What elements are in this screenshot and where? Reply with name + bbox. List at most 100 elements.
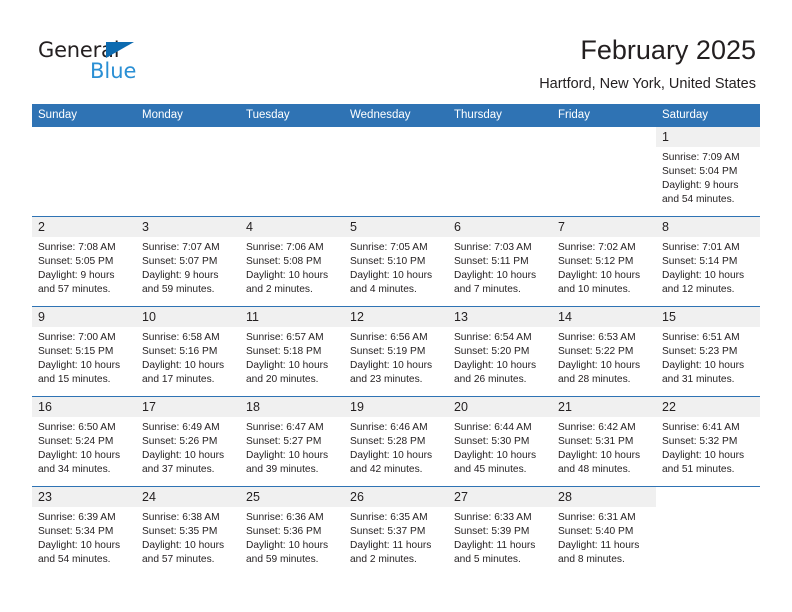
daylight-line-cont: and 45 minutes.	[454, 464, 527, 476]
calendar-day-cell[interactable]: 13 Sunrise: 6:54 AM Sunset: 5:20 PM Dayligh…	[448, 306, 552, 397]
page-header: General Blue February 2025 Hartford, New…	[0, 0, 792, 104]
sunrise-line: Sunrise: 7:06 AM	[246, 242, 324, 253]
daylight-line-cont: and 54 minutes.	[38, 554, 111, 566]
sunrise-line: Sunrise: 6:31 AM	[558, 512, 636, 523]
logo-text-blue: Blue	[90, 59, 137, 83]
calendar-day-cell[interactable]: 3 Sunrise: 7:07 AM Sunset: 5:07 PM Daylight…	[136, 216, 240, 307]
calendar-day-cell[interactable]: 12 Sunrise: 6:56 AM Sunset: 5:19 PM Dayligh…	[344, 306, 448, 397]
daylight-line-cont: and 39 minutes.	[246, 464, 319, 476]
calendar-day-cell[interactable]: 22 Sunrise: 6:41 AM Sunset: 5:32 PM Dayligh…	[656, 396, 760, 487]
calendar-day-cell[interactable]: 26 Sunrise: 6:35 AM Sunset: 5:37 PM Dayligh…	[344, 486, 448, 576]
daylight-line: Daylight: 10 hours	[662, 270, 745, 282]
calendar-day-cell[interactable]: 24 Sunrise: 6:38 AM Sunset: 5:35 PM Dayligh…	[136, 486, 240, 576]
day-sun-info: Sunrise: 6:47 AM Sunset: 5:27 PM Daylight:…	[240, 417, 344, 477]
sunrise-line: Sunrise: 6:38 AM	[142, 512, 220, 523]
calendar-day-cell[interactable]: 15 Sunrise: 6:51 AM Sunset: 5:23 PM Dayligh…	[656, 306, 760, 397]
daylight-line-cont: and 59 minutes.	[246, 554, 319, 566]
daylight-line: Daylight: 10 hours	[662, 450, 745, 462]
day-number: 27	[448, 487, 552, 507]
calendar-week-row: 2 Sunrise: 7:08 AM Sunset: 5:05 PM Daylight…	[32, 216, 760, 307]
sunset-line: Sunset: 5:35 PM	[142, 526, 218, 538]
daylight-line-cont: and 17 minutes.	[142, 374, 215, 386]
sunset-line: Sunset: 5:37 PM	[350, 526, 426, 538]
daylight-line-cont: and 23 minutes.	[350, 374, 423, 386]
sunset-line: Sunset: 5:14 PM	[662, 256, 738, 268]
sunset-line: Sunset: 5:20 PM	[454, 346, 530, 358]
sunrise-line: Sunrise: 7:05 AM	[350, 242, 428, 253]
daylight-line: Daylight: 10 hours	[350, 270, 433, 282]
calendar-day-cell[interactable]: 8 Sunrise: 7:01 AM Sunset: 5:14 PM Daylight…	[656, 216, 760, 307]
calendar-day-cell[interactable]: 10 Sunrise: 6:58 AM Sunset: 5:16 PM Dayligh…	[136, 306, 240, 397]
day-sun-info: Sunrise: 7:03 AM Sunset: 5:11 PM Daylight:…	[448, 237, 552, 297]
general-blue-logo[interactable]: General Blue	[38, 38, 258, 88]
calendar-day-cell[interactable]: 16 Sunrise: 6:50 AM Sunset: 5:24 PM Dayligh…	[32, 396, 136, 487]
day-sun-info: Sunrise: 7:05 AM Sunset: 5:10 PM Daylight:…	[344, 237, 448, 297]
daylight-line: Daylight: 10 hours	[142, 450, 225, 462]
sunrise-line: Sunrise: 6:49 AM	[142, 422, 220, 433]
calendar-day-cell[interactable]: 23 Sunrise: 6:39 AM Sunset: 5:34 PM Dayligh…	[32, 486, 136, 576]
sunset-line: Sunset: 5:39 PM	[454, 526, 530, 538]
day-number	[344, 127, 448, 147]
daylight-line: Daylight: 10 hours	[38, 450, 121, 462]
daylight-line-cont: and 2 minutes.	[350, 554, 417, 566]
weekday-header-saturday: Saturday	[656, 104, 760, 127]
daylight-line: Daylight: 10 hours	[350, 450, 433, 462]
calendar-day-cell[interactable]: 14 Sunrise: 6:53 AM Sunset: 5:22 PM Dayligh…	[552, 306, 656, 397]
calendar-day-cell[interactable]: 18 Sunrise: 6:47 AM Sunset: 5:27 PM Dayligh…	[240, 396, 344, 487]
calendar-day-cell[interactable]: 11 Sunrise: 6:57 AM Sunset: 5:18 PM Dayligh…	[240, 306, 344, 397]
daylight-line-cont: and 42 minutes.	[350, 464, 423, 476]
daylight-line: Daylight: 9 hours	[142, 270, 219, 282]
daylight-line: Daylight: 10 hours	[142, 540, 225, 552]
day-sun-info: Sunrise: 6:56 AM Sunset: 5:19 PM Daylight:…	[344, 327, 448, 387]
calendar-week-row: 16 Sunrise: 6:50 AM Sunset: 5:24 PM Dayligh…	[32, 396, 760, 487]
calendar-day-cell[interactable]: 27 Sunrise: 6:33 AM Sunset: 5:39 PM Dayligh…	[448, 486, 552, 576]
day-sun-info: Sunrise: 7:02 AM Sunset: 5:12 PM Daylight:…	[552, 237, 656, 297]
calendar-day-cell[interactable]: 6 Sunrise: 7:03 AM Sunset: 5:11 PM Daylight…	[448, 216, 552, 307]
calendar-day-cell[interactable]: 20 Sunrise: 6:44 AM Sunset: 5:30 PM Dayligh…	[448, 396, 552, 487]
day-number: 14	[552, 307, 656, 327]
sunset-line: Sunset: 5:22 PM	[558, 346, 634, 358]
day-number: 19	[344, 397, 448, 417]
daylight-line: Daylight: 10 hours	[142, 360, 225, 372]
calendar-day-cell[interactable]: 7 Sunrise: 7:02 AM Sunset: 5:12 PM Daylight…	[552, 216, 656, 307]
day-sun-info: Sunrise: 6:31 AM Sunset: 5:40 PM Daylight:…	[552, 507, 656, 567]
day-number: 20	[448, 397, 552, 417]
sunrise-line: Sunrise: 7:00 AM	[38, 332, 116, 343]
daylight-line: Daylight: 10 hours	[246, 540, 329, 552]
sunrise-line: Sunrise: 6:50 AM	[38, 422, 116, 433]
calendar-day-cell[interactable]: 21 Sunrise: 6:42 AM Sunset: 5:31 PM Dayligh…	[552, 396, 656, 487]
day-sun-info: Sunrise: 6:49 AM Sunset: 5:26 PM Daylight:…	[136, 417, 240, 477]
calendar-day-cell[interactable]: 17 Sunrise: 6:49 AM Sunset: 5:26 PM Dayligh…	[136, 396, 240, 487]
calendar-day-cell[interactable]: 2 Sunrise: 7:08 AM Sunset: 5:05 PM Daylight…	[32, 216, 136, 307]
sunset-line: Sunset: 5:19 PM	[350, 346, 426, 358]
daylight-line: Daylight: 10 hours	[558, 360, 641, 372]
sunset-line: Sunset: 5:27 PM	[246, 436, 322, 448]
calendar-day-cell[interactable]: 4 Sunrise: 7:06 AM Sunset: 5:08 PM Daylight…	[240, 216, 344, 307]
daylight-line: Daylight: 9 hours	[38, 270, 115, 282]
daylight-line: Daylight: 10 hours	[558, 270, 641, 282]
calendar-day-cell[interactable]: 19 Sunrise: 6:46 AM Sunset: 5:28 PM Dayligh…	[344, 396, 448, 487]
daylight-line-cont: and 59 minutes.	[142, 284, 215, 296]
day-sun-info: Sunrise: 6:53 AM Sunset: 5:22 PM Daylight:…	[552, 327, 656, 387]
day-number: 10	[136, 307, 240, 327]
day-number: 16	[32, 397, 136, 417]
day-number: 17	[136, 397, 240, 417]
calendar-empty-cell	[136, 127, 240, 217]
calendar-day-cell[interactable]: 25 Sunrise: 6:36 AM Sunset: 5:36 PM Dayligh…	[240, 486, 344, 576]
calendar-day-cell[interactable]: 28 Sunrise: 6:31 AM Sunset: 5:40 PM Dayligh…	[552, 486, 656, 576]
sunset-line: Sunset: 5:11 PM	[454, 256, 529, 268]
day-number: 12	[344, 307, 448, 327]
calendar-grid: Sunday Monday Tuesday Wednesday Thursday Frid…	[32, 104, 760, 576]
weekday-header-monday: Monday	[136, 104, 240, 127]
daylight-line: Daylight: 10 hours	[38, 360, 121, 372]
daylight-line-cont: and 31 minutes.	[662, 374, 735, 386]
calendar-day-cell[interactable]: 5 Sunrise: 7:05 AM Sunset: 5:10 PM Daylight…	[344, 216, 448, 307]
sunset-line: Sunset: 5:18 PM	[246, 346, 322, 358]
daylight-line: Daylight: 11 hours	[350, 540, 432, 552]
calendar-day-cell[interactable]: 9 Sunrise: 7:00 AM Sunset: 5:15 PM Daylight…	[32, 306, 136, 397]
weekday-header-wednesday: Wednesday	[344, 104, 448, 127]
sunset-line: Sunset: 5:12 PM	[558, 256, 634, 268]
daylight-line-cont: and 12 minutes.	[662, 284, 735, 296]
calendar-empty-cell	[448, 127, 552, 217]
calendar-day-cell[interactable]: 1 Sunrise: 7:09 AM Sunset: 5:04 PM Daylight…	[656, 127, 760, 217]
